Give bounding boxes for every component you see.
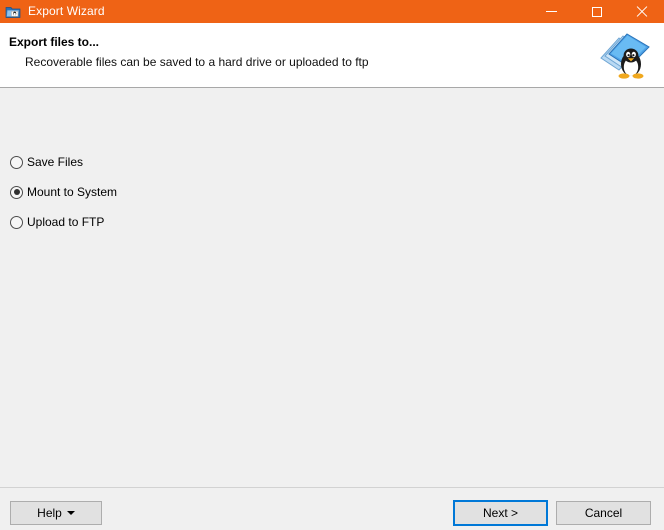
radio-option-mount-to-system[interactable]: Mount to System [10, 183, 117, 201]
radio-label: Upload to FTP [27, 215, 105, 229]
cancel-button-label: Cancel [584, 506, 623, 520]
window-controls [529, 0, 664, 23]
title-bar: Export Wizard [0, 0, 664, 23]
help-button[interactable]: Help [10, 501, 102, 525]
chevron-down-icon [66, 511, 75, 515]
radio-icon [10, 155, 23, 169]
radio-icon [10, 215, 23, 229]
page-title: Export files to... [9, 35, 100, 49]
cancel-button[interactable]: Cancel [556, 501, 651, 525]
export-wizard-icon [5, 4, 21, 20]
minimize-button[interactable] [529, 0, 574, 23]
radio-label: Save Files [27, 155, 84, 169]
wizard-body: Save Files Mount to System Upload to FTP [0, 89, 664, 487]
radio-icon-selected [10, 185, 23, 199]
next-button-label: Next > [482, 506, 518, 520]
maximize-button[interactable] [574, 0, 619, 23]
help-button-label: Help [37, 506, 62, 520]
close-button[interactable] [619, 0, 664, 23]
close-icon [636, 6, 648, 18]
radio-option-save-files[interactable]: Save Files [10, 153, 117, 171]
minimize-icon [546, 11, 557, 12]
export-wizard-window: Export Wizard Export files to... Recover… [0, 0, 664, 530]
radio-label: Mount to System [27, 185, 118, 199]
page-subtitle: Recoverable files can be saved to a hard… [25, 55, 369, 69]
wizard-header: Export files to... Recoverable files can… [0, 23, 664, 88]
linux-penguin-disks-logo [593, 28, 655, 83]
radio-option-upload-to-ftp[interactable]: Upload to FTP [10, 213, 117, 231]
wizard-footer: Help Next > Cancel [0, 487, 664, 530]
next-button[interactable]: Next > [453, 500, 548, 526]
window-title: Export Wizard [28, 4, 105, 18]
maximize-icon [591, 6, 602, 17]
export-destination-radio-group: Save Files Mount to System Upload to FTP [10, 153, 117, 243]
